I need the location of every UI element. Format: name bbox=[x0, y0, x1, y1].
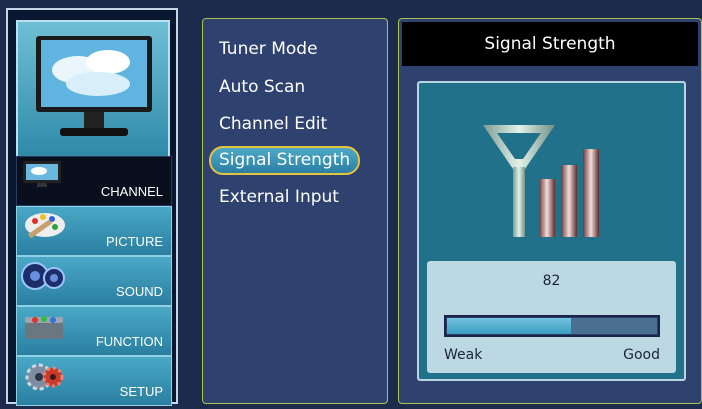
tv-icon bbox=[21, 159, 65, 193]
sidebar-item-label: PICTURE bbox=[105, 234, 163, 249]
meter-good-label: Good bbox=[623, 347, 660, 363]
signal-antenna-icon bbox=[469, 119, 629, 243]
gear-icon bbox=[21, 359, 67, 397]
sidebar-item-label: SETUP bbox=[119, 384, 163, 399]
sidebar-item-sound[interactable]: SOUND bbox=[16, 256, 172, 306]
meter-weak-label: Weak bbox=[444, 347, 483, 363]
sidebar-item-label: CHANNEL bbox=[100, 184, 163, 199]
channel-submenu: Tuner Mode Auto Scan Channel Edit Signal… bbox=[202, 18, 388, 404]
speaker-icon bbox=[21, 259, 67, 297]
submenu-item-signal-strength[interactable]: Signal Strength bbox=[209, 146, 361, 175]
sidebar-item-setup[interactable]: SETUP bbox=[16, 356, 172, 406]
signal-level-bar bbox=[444, 315, 660, 337]
submenu-item-channel-edit[interactable]: Channel Edit bbox=[219, 114, 327, 134]
signal-level-remaining bbox=[571, 318, 657, 334]
sidebar-item-label: SOUND bbox=[116, 284, 163, 299]
signal-strength-panel: Signal Strength 82 Weak Good bbox=[398, 18, 702, 404]
main-menu-sidebar: CHANNEL PICTURE SOUND FUNCTION SETUP bbox=[6, 8, 178, 406]
signal-level-fill bbox=[447, 318, 571, 334]
signal-value: 82 bbox=[542, 273, 561, 289]
palette-icon bbox=[21, 209, 67, 247]
sidebar-item-function[interactable]: FUNCTION bbox=[16, 306, 172, 356]
submenu-item-auto-scan[interactable]: Auto Scan bbox=[219, 77, 305, 97]
signal-info-box: 82 Weak Good bbox=[417, 81, 686, 381]
submenu-item-tuner-mode[interactable]: Tuner Mode bbox=[219, 39, 318, 59]
panel-title: Signal Strength bbox=[402, 22, 698, 66]
sidebar-item-picture[interactable]: PICTURE bbox=[16, 206, 172, 256]
sidebar-item-channel[interactable]: CHANNEL bbox=[16, 156, 172, 206]
sidebar-item-label: FUNCTION bbox=[95, 334, 163, 349]
submenu-item-external-input[interactable]: External Input bbox=[219, 187, 339, 207]
toolbox-icon bbox=[21, 309, 67, 347]
tv-preview-image bbox=[16, 20, 170, 158]
signal-meter: 82 Weak Good bbox=[427, 261, 676, 373]
tv-osd-frame: CHANNEL PICTURE SOUND FUNCTION SETUP Tun… bbox=[0, 0, 702, 409]
